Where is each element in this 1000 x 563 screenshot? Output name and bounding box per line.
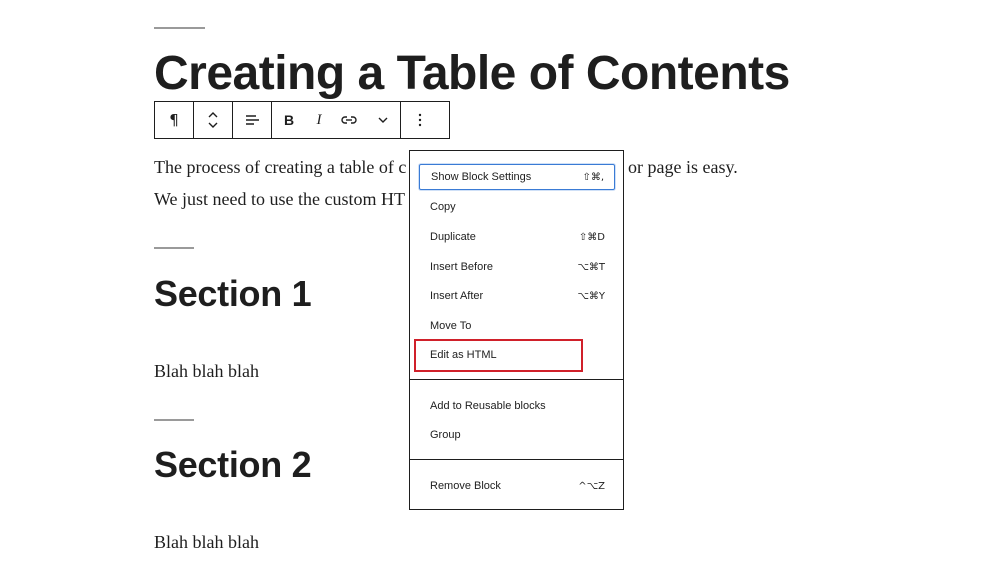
editor-canvas: Creating a Table of Contents ¶ B I The p… bbox=[0, 0, 1000, 563]
menu-item-copy[interactable]: Copy bbox=[419, 194, 615, 220]
paragraph-block-button[interactable]: ¶ bbox=[155, 102, 193, 138]
vertical-ellipsis-icon bbox=[418, 113, 421, 127]
more-options-button[interactable] bbox=[401, 102, 438, 138]
separator bbox=[154, 419, 194, 421]
align-button[interactable] bbox=[233, 102, 271, 138]
menu-item-group[interactable]: Group bbox=[419, 422, 615, 448]
more-formats-button[interactable] bbox=[366, 102, 400, 138]
chevron-down-icon bbox=[378, 117, 388, 123]
menu-item-add-to-reusable-blocks[interactable]: Add to Reusable blocks bbox=[419, 393, 615, 419]
menu-item-shortcut: ⌥⌘Y bbox=[577, 290, 605, 302]
menu-divider bbox=[410, 379, 623, 380]
menu-item-label: Copy bbox=[430, 201, 456, 213]
move-up-down-button[interactable] bbox=[194, 102, 232, 138]
paragraph-line-1-end[interactable]: or page is easy. bbox=[628, 156, 738, 178]
format-group: B I bbox=[272, 102, 401, 138]
bold-button[interactable]: B bbox=[272, 102, 306, 138]
align-left-icon bbox=[246, 115, 259, 125]
block-type-group: ¶ bbox=[155, 102, 194, 138]
menu-item-show-block-settings[interactable]: Show Block Settings ⇧⌘, bbox=[419, 164, 615, 190]
paragraph-icon: ¶ bbox=[169, 111, 179, 129]
section-heading[interactable]: Section 1 bbox=[154, 272, 312, 316]
highlight-annotation bbox=[414, 339, 583, 372]
section-heading[interactable]: Section 2 bbox=[154, 443, 312, 487]
italic-button[interactable]: I bbox=[306, 102, 332, 138]
separator bbox=[154, 27, 205, 29]
menu-item-label: Duplicate bbox=[430, 231, 476, 243]
link-icon bbox=[341, 116, 357, 124]
menu-item-label: Show Block Settings bbox=[431, 171, 532, 183]
menu-item-insert-after[interactable]: Insert After ⌥⌘Y bbox=[419, 283, 615, 309]
menu-item-shortcut: ⇧⌘D bbox=[578, 231, 605, 243]
link-button[interactable] bbox=[332, 102, 366, 138]
menu-divider bbox=[410, 459, 623, 460]
menu-item-duplicate[interactable]: Duplicate ⇧⌘D bbox=[419, 224, 615, 250]
block-options-menu: Show Block Settings ⇧⌘, Copy Duplicate ⇧… bbox=[409, 150, 624, 510]
menu-item-label: Insert After bbox=[430, 290, 484, 302]
mover-group bbox=[194, 102, 233, 138]
menu-item-label: Group bbox=[430, 429, 461, 441]
menu-item-label: Add to Reusable blocks bbox=[430, 400, 546, 412]
menu-item-label: Move To bbox=[430, 320, 472, 332]
menu-item-move-to[interactable]: Move To bbox=[419, 313, 615, 339]
menu-item-label: Remove Block bbox=[430, 480, 501, 492]
menu-item-shortcut: ⌥⌘T bbox=[577, 261, 605, 273]
menu-item-shortcut: ^⌥Z bbox=[578, 480, 605, 492]
separator bbox=[154, 247, 194, 249]
bold-icon: B bbox=[283, 112, 295, 128]
paragraph-line-2[interactable]: We just need to use the custom HT bbox=[154, 188, 405, 210]
alignment-group bbox=[233, 102, 272, 138]
paragraph-line-1-start[interactable]: The process of creating a table of c bbox=[154, 156, 406, 178]
menu-item-insert-before[interactable]: Insert Before ⌥⌘T bbox=[419, 254, 615, 280]
section-body[interactable]: Blah blah blah bbox=[154, 531, 259, 553]
options-group bbox=[401, 102, 438, 138]
chevron-up-down-icon bbox=[208, 112, 218, 128]
section-body[interactable]: Blah blah blah bbox=[154, 360, 259, 382]
italic-icon: I bbox=[316, 111, 322, 128]
page-title[interactable]: Creating a Table of Contents bbox=[154, 44, 790, 104]
menu-item-remove-block[interactable]: Remove Block ^⌥Z bbox=[419, 473, 615, 499]
menu-item-label: Insert Before bbox=[430, 261, 493, 273]
menu-item-shortcut: ⇧⌘, bbox=[582, 171, 604, 183]
block-toolbar: ¶ B I bbox=[154, 101, 450, 139]
